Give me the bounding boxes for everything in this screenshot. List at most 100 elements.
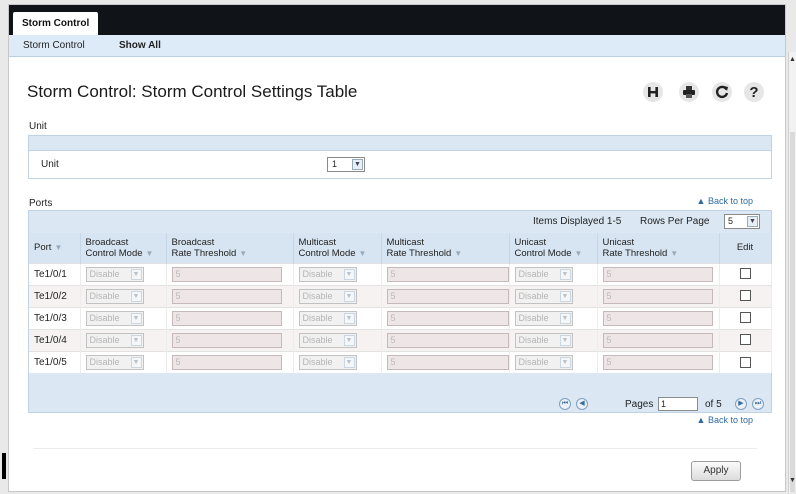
col-uc-mode[interactable]: Unicast Control Mode ▼ — [509, 233, 598, 263]
edit-checkbox[interactable] — [739, 290, 751, 302]
bc-rate-input: 5 — [171, 288, 282, 304]
bc-mode-select: Disable ▼ — [85, 354, 144, 370]
mc-mode-select: Disable ▼ — [298, 266, 357, 282]
unit-select-value: 1 — [332, 159, 338, 169]
mc-rate-input: 5 — [386, 266, 509, 282]
first-page-icon[interactable]: ⏮ — [559, 398, 571, 410]
unit-select[interactable]: 1 ▼ — [327, 157, 365, 172]
ports-section-label: Ports — [29, 198, 53, 209]
table-row: Te1/0/3 Disable ▼ 5 Disable ▼ 5 Disable ▼ 5 — [29, 306, 772, 329]
uc-mode-select: Disable ▼ — [514, 354, 573, 370]
col-bc-rate[interactable]: Broadcast Rate Threshold ▼ — [166, 233, 294, 263]
mc-rate-input: 5 — [386, 288, 509, 304]
back-to-top-link[interactable]: ▲ Back to top — [697, 415, 753, 425]
chevron-down-icon: ▼ — [559, 334, 571, 346]
uc-rate-input: 5 — [602, 310, 713, 326]
cell-port: Te1/0/3 — [29, 306, 81, 329]
sort-icon: ▼ — [239, 248, 248, 258]
sub-navigation: Storm Control Show All — [9, 35, 785, 57]
apply-button[interactable]: Apply — [691, 461, 741, 481]
chevron-down-icon: ▼ — [130, 268, 142, 280]
chevron-down-icon: ▼ — [343, 334, 355, 346]
col-edit: Edit — [719, 233, 772, 263]
sort-icon: ▼ — [145, 248, 154, 258]
bc-rate-input: 5 — [171, 354, 282, 370]
bc-rate-input: 5 — [171, 332, 282, 348]
uc-rate-input: 5 — [602, 354, 713, 370]
divider — [33, 448, 757, 449]
mc-rate-input: 5 — [386, 354, 509, 370]
scrollbar-thumb[interactable] — [790, 132, 795, 492]
ports-panel: Items Displayed 1-5 Rows Per Page 5 ▼ Po… — [28, 210, 772, 413]
chevron-down-icon: ▼ — [130, 312, 142, 324]
mc-rate-input: 5 — [386, 310, 509, 326]
pagination: ⏮ ◀ Pages 1 of 5 ▶ ⏭ — [29, 395, 771, 413]
cell-port: Te1/0/4 — [29, 328, 81, 351]
subnav-show-all[interactable]: Show All — [119, 40, 161, 51]
uc-rate-input: 5 — [602, 266, 713, 282]
sort-icon: ▼ — [670, 248, 679, 258]
col-port[interactable]: Port ▼ — [29, 233, 81, 263]
help-icon[interactable]: ? — [743, 81, 765, 103]
page-number-input[interactable]: 1 — [658, 397, 698, 411]
back-to-top-link[interactable]: ▲ Back to top — [697, 196, 753, 206]
print-icon[interactable] — [678, 81, 700, 103]
bc-mode-select: Disable ▼ — [85, 310, 144, 326]
chevron-down-icon: ▼ — [343, 268, 355, 280]
chevron-down-icon: ▼ — [130, 356, 142, 368]
cell-port: Te1/0/1 — [29, 262, 81, 285]
sort-icon: ▼ — [358, 248, 367, 258]
scroll-up-icon[interactable]: ▲ — [789, 56, 796, 63]
bc-rate-input: 5 — [171, 266, 282, 282]
chevron-down-icon: ▼ — [559, 268, 571, 280]
refresh-icon[interactable] — [711, 81, 733, 103]
uc-mode-select: Disable ▼ — [514, 332, 573, 348]
sort-icon: ▼ — [454, 248, 463, 258]
col-mc-rate[interactable]: Multicast Rate Threshold ▼ — [381, 233, 510, 263]
table-header-row: Port ▼ Broadcast Control Mode ▼ Broadcast Ra… — [29, 233, 772, 263]
unit-panel: Unit 1 ▼ — [28, 135, 772, 179]
page-title: Storm Control: Storm Control Settings Ta… — [27, 82, 358, 101]
chevron-down-icon: ▼ — [130, 334, 142, 346]
rows-per-page-label: Rows Per Page — [640, 216, 710, 227]
unit-section-label: Unit — [29, 121, 47, 132]
unit-row-label: Unit — [41, 159, 59, 170]
scroll-down-icon[interactable]: ▼ — [789, 477, 796, 484]
mc-rate-input: 5 — [386, 332, 509, 348]
unit-row: Unit 1 ▼ — [29, 151, 771, 179]
cell-port: Te1/0/5 — [29, 350, 81, 373]
edit-checkbox[interactable] — [739, 268, 751, 280]
rows-per-page-select[interactable]: 5 ▼ — [724, 214, 760, 229]
tab-storm-control[interactable]: Storm Control — [13, 12, 99, 35]
vertical-scrollbar[interactable]: ▲ ▼ — [788, 52, 796, 492]
chevron-down-icon: ▼ — [747, 216, 758, 227]
chevron-down-icon: ▼ — [559, 290, 571, 302]
sort-icon: ▼ — [574, 248, 583, 258]
table-row: Te1/0/2 Disable ▼ 5 Disable ▼ 5 Disable ▼ 5 — [29, 284, 772, 307]
top-tab-bar: Storm Control — [9, 5, 785, 35]
mc-mode-select: Disable ▼ — [298, 332, 357, 348]
table-row: Te1/0/5 Disable ▼ 5 Disable ▼ 5 Disable ▼ 5 — [29, 350, 772, 373]
svg-text:?: ? — [749, 84, 758, 101]
resize-handle[interactable] — [2, 453, 6, 479]
edit-checkbox[interactable] — [739, 334, 751, 346]
edit-checkbox[interactable] — [739, 312, 751, 324]
subnav-storm-control[interactable]: Storm Control — [23, 40, 85, 51]
bc-mode-select: Disable ▼ — [85, 332, 144, 348]
col-bc-mode[interactable]: Broadcast Control Mode ▼ — [80, 233, 167, 263]
col-mc-mode[interactable]: Multicast Control Mode ▼ — [293, 233, 382, 263]
mc-mode-select: Disable ▼ — [298, 354, 357, 370]
main-window: Storm Control Storm Control Show All Sto… — [8, 4, 786, 492]
items-displayed: Items Displayed 1-5 — [533, 216, 622, 227]
edit-checkbox[interactable] — [739, 356, 751, 368]
bc-rate-input: 5 — [171, 310, 282, 326]
save-icon[interactable] — [642, 81, 664, 103]
table-toolbar: Items Displayed 1-5 Rows Per Page 5 ▼ — [29, 211, 771, 233]
sort-icon: ▼ — [54, 243, 63, 253]
last-page-icon[interactable]: ⏭ — [752, 398, 764, 410]
chevron-down-icon: ▼ — [343, 356, 355, 368]
page-count: of 5 — [705, 399, 722, 410]
prev-page-icon[interactable]: ◀ — [576, 398, 588, 410]
col-uc-rate[interactable]: Unicast Rate Threshold ▼ — [597, 233, 720, 263]
next-page-icon[interactable]: ▶ — [735, 398, 747, 410]
